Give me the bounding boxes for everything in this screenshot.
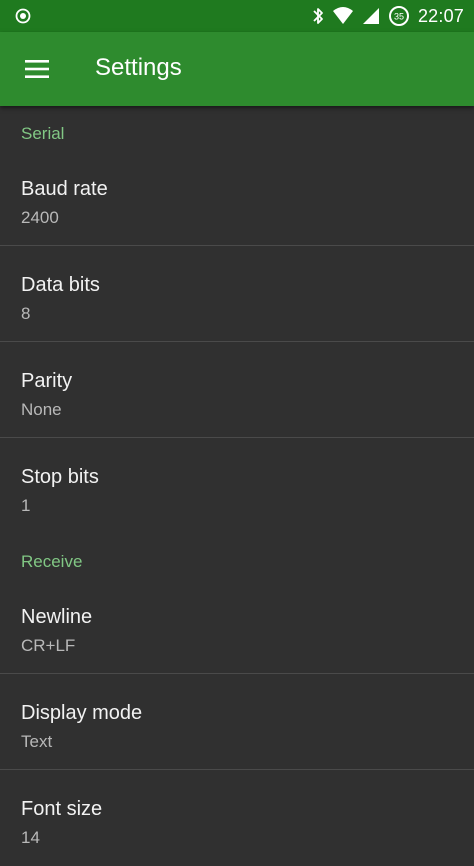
pref-display-mode[interactable]: Display mode Text (0, 674, 474, 770)
pref-summary: Text (21, 732, 53, 751)
pref-summary: 8 (21, 304, 31, 323)
signal-icon (362, 7, 380, 25)
battery-level: 35 (394, 12, 404, 22)
page-title: Settings (95, 54, 182, 81)
status-clock: 22:07 (417, 5, 464, 26)
hamburger-menu-icon (25, 60, 49, 78)
settings-list: Serial Baud rate 2400 Data bits 8 Parity… (0, 106, 474, 866)
pref-title: Baud rate (21, 178, 108, 200)
pref-title: Display mode (21, 702, 143, 724)
pref-title: Stop bits (21, 466, 99, 488)
pref-summary: 2400 (21, 208, 59, 227)
battery-icon: 35 (388, 5, 410, 27)
status-bar: 35 22:07 (0, 0, 474, 32)
pref-summary: 1 (21, 496, 31, 515)
app-bar: Settings (0, 32, 474, 106)
pref-title: Font size (21, 798, 103, 820)
pref-data-bits[interactable]: Data bits 8 (0, 246, 474, 342)
pref-parity[interactable]: Parity None (0, 342, 474, 438)
pref-title: Parity (21, 370, 73, 392)
section-header-serial: Serial (21, 124, 65, 143)
pref-summary: None (21, 400, 62, 419)
pref-stop-bits[interactable]: Stop bits 1 (0, 438, 474, 534)
navigation-menu-button[interactable] (14, 46, 60, 92)
pref-baud-rate[interactable]: Baud rate 2400 (0, 150, 474, 246)
pref-title: Data bits (21, 274, 100, 296)
wifi-icon (332, 7, 354, 25)
pref-summary: CR+LF (21, 636, 76, 655)
pref-font-size[interactable]: Font size 14 (0, 770, 474, 866)
pref-newline[interactable]: Newline CR+LF (0, 578, 474, 674)
section-header-receive: Receive (21, 552, 83, 571)
pref-title: Newline (21, 606, 93, 628)
sync-icon (15, 8, 31, 24)
bluetooth-icon (312, 6, 324, 26)
pref-summary: 14 (21, 828, 40, 847)
